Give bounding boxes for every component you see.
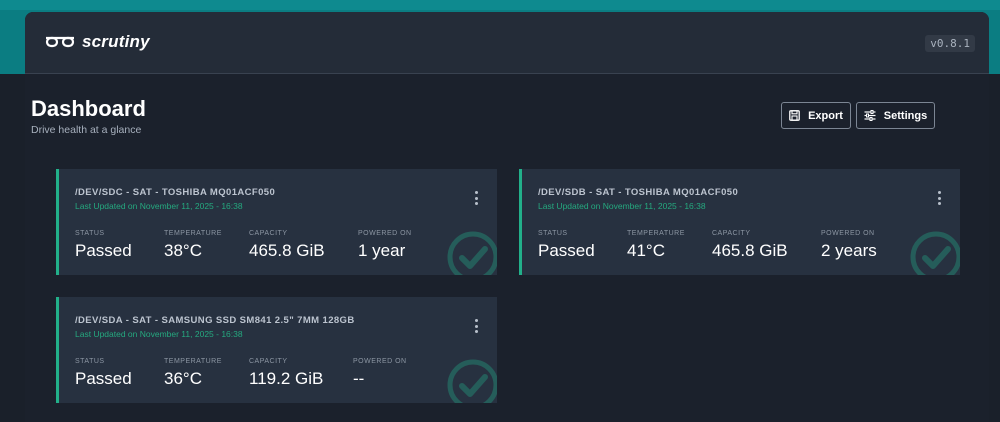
status-label: STATUS (75, 230, 105, 237)
capacity-value: 465.8 GiB (712, 241, 788, 260)
drive-card-sdb[interactable]: /DEV/SDB - SAT - TOSHIBA MQ01ACF050 Last… (519, 169, 960, 275)
settings-label: Settings (883, 109, 928, 122)
settings-button[interactable]: Settings (856, 102, 935, 129)
powered-on-stat: POWERED ON 1 year (358, 230, 412, 261)
temperature-value: 36°C (164, 369, 202, 388)
powered-on-label: POWERED ON (821, 230, 875, 237)
powered-on-stat: POWERED ON -- (353, 358, 407, 389)
status-label: STATUS (538, 230, 568, 237)
brand-logo[interactable]: scrutiny (45, 32, 150, 52)
top-navbar: scrutiny v0.8.1 (25, 12, 989, 74)
status-value: Passed (75, 369, 132, 388)
temperature-stat: TEMPERATURE 41°C (627, 230, 685, 261)
check-circle-icon (910, 231, 960, 275)
capacity-stat: CAPACITY 119.2 GiB (249, 358, 323, 389)
more-options-icon[interactable] (934, 191, 944, 205)
save-icon (789, 110, 800, 121)
check-circle-icon (447, 231, 497, 275)
drive-card-sdc[interactable]: /DEV/SDC - SAT - TOSHIBA MQ01ACF050 Last… (56, 169, 497, 275)
temperature-stat: TEMPERATURE 36°C (164, 358, 222, 389)
temperature-label: TEMPERATURE (164, 358, 222, 365)
status-value: Passed (538, 241, 595, 260)
status-value: Passed (75, 241, 132, 260)
check-circle-icon (447, 359, 497, 403)
capacity-value: 465.8 GiB (249, 241, 325, 260)
temperature-value: 38°C (164, 241, 202, 260)
drive-title[interactable]: /DEV/SDA - SAT - SAMSUNG SSD SM841 2.5" … (75, 315, 355, 326)
status-stat: STATUS Passed (75, 230, 132, 261)
page-subtitle: Drive health at a glance (31, 124, 142, 136)
powered-on-value: 1 year (358, 241, 406, 260)
temperature-value: 41°C (627, 241, 665, 260)
powered-on-value: 2 years (821, 241, 877, 260)
powered-on-value: -- (353, 369, 365, 388)
page-title: Dashboard (31, 96, 146, 121)
version-badge: v0.8.1 (925, 35, 975, 52)
capacity-label: CAPACITY (249, 230, 288, 237)
capacity-stat: CAPACITY 465.8 GiB (249, 230, 325, 261)
last-updated: Last Updated on November 11, 2025 - 16:3… (75, 201, 243, 211)
drive-card-sda[interactable]: /DEV/SDA - SAT - SAMSUNG SSD SM841 2.5" … (56, 297, 497, 403)
capacity-stat: CAPACITY 465.8 GiB (712, 230, 788, 261)
capacity-label: CAPACITY (249, 358, 288, 365)
glasses-icon (45, 36, 75, 48)
drive-title[interactable]: /DEV/SDB - SAT - TOSHIBA MQ01ACF050 (538, 187, 738, 198)
status-stat: STATUS Passed (538, 230, 595, 261)
export-button[interactable]: Export (781, 102, 851, 129)
powered-on-label: POWERED ON (353, 358, 407, 365)
app-name: scrutiny (82, 32, 150, 51)
more-options-icon[interactable] (471, 319, 481, 333)
more-options-icon[interactable] (471, 191, 481, 205)
temperature-label: TEMPERATURE (627, 230, 685, 237)
drive-title[interactable]: /DEV/SDC - SAT - TOSHIBA MQ01ACF050 (75, 187, 275, 198)
temperature-stat: TEMPERATURE 38°C (164, 230, 222, 261)
capacity-label: CAPACITY (712, 230, 751, 237)
status-label: STATUS (75, 358, 105, 365)
temperature-label: TEMPERATURE (164, 230, 222, 237)
status-stat: STATUS Passed (75, 358, 132, 389)
last-updated: Last Updated on November 11, 2025 - 16:3… (538, 201, 706, 211)
powered-on-stat: POWERED ON 2 years (821, 230, 877, 261)
last-updated: Last Updated on November 11, 2025 - 16:3… (75, 329, 243, 339)
powered-on-label: POWERED ON (358, 230, 412, 237)
export-label: Export (808, 109, 843, 122)
capacity-value: 119.2 GiB (249, 369, 324, 388)
sliders-icon (864, 110, 876, 121)
